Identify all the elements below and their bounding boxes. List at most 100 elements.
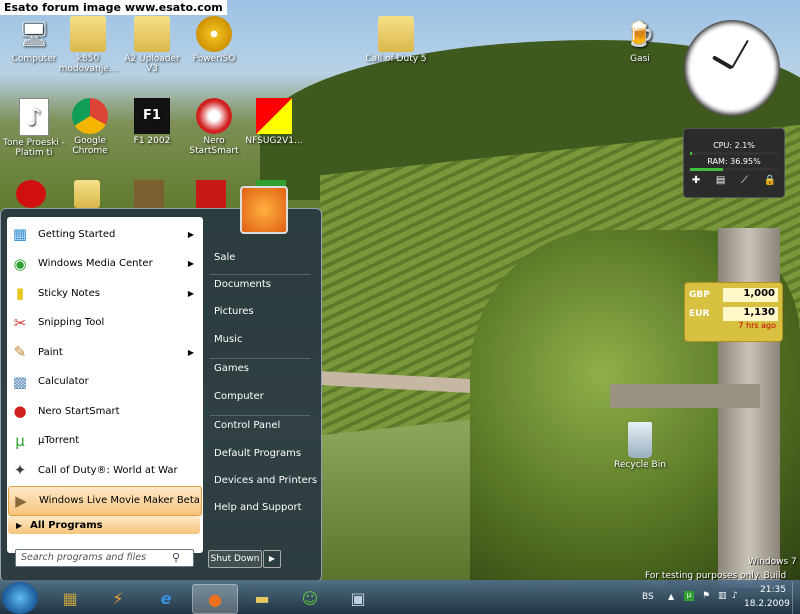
arrow-right-icon: ▶: [16, 520, 23, 530]
clock-date[interactable]: 18.2.2009: [744, 599, 790, 609]
program-label: Call of Duty®: World at War: [38, 464, 178, 476]
program-item[interactable]: ▮ Sticky Notes ▶: [8, 279, 200, 307]
start-right-item[interactable]: Control Panel: [214, 420, 280, 431]
nero-icon: [196, 98, 232, 134]
folder-icon: [378, 16, 414, 52]
program-label: Paint: [38, 346, 63, 358]
start-right-item[interactable]: Default Programs: [214, 448, 301, 459]
currency-value[interactable]: 1,130: [723, 307, 778, 321]
disc-icon: [196, 16, 232, 52]
os-version: Windows 7: [748, 557, 797, 567]
hour-hand: [711, 55, 733, 70]
program-item[interactable]: ▦ Getting Started ▶: [8, 220, 200, 248]
program-label: Sticky Notes: [38, 287, 100, 299]
program-item[interactable]: ▩ Calculator: [8, 368, 200, 396]
desktop-icon-chrome[interactable]: Google Chrome: [56, 98, 124, 156]
program-label: Nero StartSmart: [38, 405, 120, 417]
start-right-item[interactable]: Games: [214, 363, 249, 374]
start-right-item[interactable]: Help and Support: [214, 502, 302, 513]
utorrent-tray-icon[interactable]: µ: [684, 591, 694, 601]
clock-time[interactable]: 21:35: [760, 585, 786, 595]
program-label: Getting Started: [38, 228, 116, 240]
taskbar-winrar[interactable]: ▦: [48, 584, 92, 612]
taskbar-messenger[interactable]: ☺: [288, 584, 332, 612]
cpu-bar: [690, 152, 692, 155]
flag-icon[interactable]: ⚑: [702, 591, 710, 601]
desktop-icon-nfsug2[interactable]: NFSUG2V1...: [240, 98, 308, 146]
beer-icon: 🍺: [625, 20, 655, 48]
desktop-icon-k850[interactable]: k850 modovanje...: [54, 16, 122, 74]
graph-icon[interactable]: ▤: [716, 175, 725, 186]
start-right-item[interactable]: Documents: [214, 279, 271, 290]
submenu-arrow-icon: ▶: [187, 259, 194, 268]
taskbar-winamp[interactable]: ⚡: [96, 584, 140, 612]
internet-explorer-icon: e: [160, 588, 172, 608]
search-icon[interactable]: ⚲: [172, 551, 180, 564]
program-item[interactable]: ✦ Call of Duty®: World at War: [8, 456, 200, 484]
clock-gadget[interactable]: [684, 20, 780, 116]
movie-maker-icon: ▶: [15, 491, 27, 510]
desktop-icon-a2-uploader[interactable]: A2 Uploader V3: [118, 16, 186, 74]
network-icon[interactable]: ▥: [718, 591, 727, 601]
program-item[interactable]: ✂ Snipping Tool: [8, 309, 200, 337]
language-indicator[interactable]: BS: [642, 592, 654, 602]
program-label: Windows Live Movie Maker Beta: [39, 495, 200, 506]
desktop-icon-nero[interactable]: Nero StartSmart: [180, 98, 248, 156]
program-item[interactable]: ◉ Windows Media Center ▶: [8, 250, 200, 278]
desktop-icon-gasi[interactable]: 🍺 Gasi: [606, 16, 674, 64]
folder-icon: [70, 16, 106, 52]
remote-icon: ▣: [350, 588, 366, 608]
desktop-icon-poweriso[interactable]: PowerISO: [180, 16, 248, 64]
taskbar-ie[interactable]: e: [144, 584, 188, 612]
lock-icon[interactable]: 🔒: [764, 175, 776, 186]
menu-separator: [210, 358, 310, 359]
show-desktop-button[interactable]: [792, 582, 800, 614]
menu-separator: [210, 415, 310, 416]
f1-icon: F1: [134, 98, 170, 134]
start-right-item[interactable]: Devices and Printers: [214, 475, 317, 486]
shutdown-options-button[interactable]: ▶: [263, 550, 281, 568]
sticky-notes-icon: ▮: [15, 284, 25, 302]
ram-bar: [690, 168, 723, 171]
desktop-icon-recycle-bin[interactable]: Recycle Bin: [606, 422, 674, 470]
nfs-icon: [256, 98, 292, 134]
taskbar-explorer[interactable]: ▬: [240, 584, 284, 612]
desktop-icon-f1-2002[interactable]: F1 F1 2002: [118, 98, 186, 146]
taskbar-remote[interactable]: ▣: [336, 584, 380, 612]
program-item[interactable]: ✎ Paint ▶: [8, 338, 200, 366]
tray-arrow-icon[interactable]: ▲: [668, 592, 674, 601]
program-label: Calculator: [38, 376, 89, 387]
calculator-icon: ▩: [12, 372, 28, 391]
start-right-item[interactable]: Pictures: [214, 306, 254, 317]
taskbar-firefox[interactable]: ●: [192, 584, 238, 614]
currency-gadget[interactable]: GBP 1,000 EUR 1,130 7 hrs ago: [684, 282, 783, 342]
submenu-arrow-icon: ▶: [187, 229, 194, 239]
currency-value[interactable]: 1,000: [723, 288, 778, 302]
add-icon[interactable]: ✚: [692, 175, 700, 186]
search-input[interactable]: Search programs and files: [15, 549, 194, 567]
scissors-icon: ✂: [13, 313, 27, 332]
program-item[interactable]: ● Nero StartSmart: [8, 397, 200, 425]
desktop-icon-call-of-duty[interactable]: Call of Duty 5: [362, 16, 430, 64]
folder-icon: [134, 16, 170, 52]
getting-started-icon: ▦: [12, 225, 28, 243]
tool-icon[interactable]: ⟋: [741, 175, 748, 186]
program-item[interactable]: µ µTorrent: [8, 427, 200, 455]
start-right-item[interactable]: Sale: [214, 252, 235, 263]
start-button[interactable]: [2, 582, 38, 614]
all-programs-button[interactable]: ▶ All Programs: [8, 516, 200, 534]
currency-row: GBP 1,000: [689, 288, 778, 302]
user-picture[interactable]: [240, 186, 288, 234]
shutdown-button[interactable]: Shut Down: [208, 550, 262, 568]
computer-icon: 🖥: [18, 20, 50, 48]
document-icon: ♪: [19, 98, 49, 136]
start-right-item[interactable]: Computer: [214, 391, 264, 402]
volume-icon[interactable]: ♪: [732, 591, 738, 601]
nero-icon: ●: [13, 402, 27, 420]
cpu-meter-gadget[interactable]: CPU: 2.1% RAM: 36.95% ✚ ▤ ⟋ 🔒: [683, 128, 785, 198]
recycle-bin-icon: [628, 422, 652, 458]
forum-watermark: Esato forum image www.esato.com: [0, 0, 227, 15]
explorer-icon: ▬: [254, 588, 270, 608]
start-right-item[interactable]: Music: [214, 334, 242, 345]
program-item[interactable]: ▶ Windows Live Movie Maker Beta: [8, 485, 202, 516]
